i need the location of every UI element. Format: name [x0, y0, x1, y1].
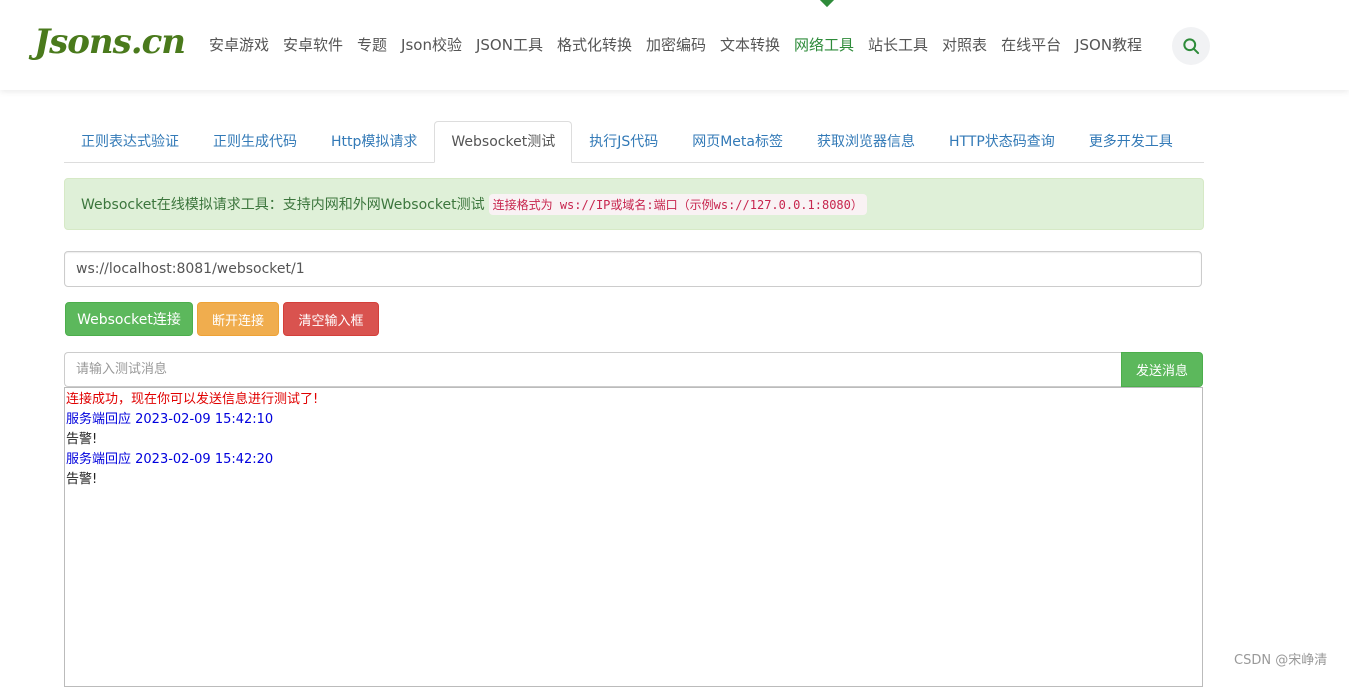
tab-item[interactable]: 正则表达式验证: [64, 121, 196, 162]
tab-item[interactable]: HTTP状态码查询: [932, 121, 1072, 162]
message-input[interactable]: [64, 352, 1122, 387]
nav-item[interactable]: 站长工具: [861, 34, 935, 56]
nav-item[interactable]: Json校验: [394, 34, 469, 56]
nav-item[interactable]: JSON教程: [1068, 34, 1149, 56]
watermark: CSDN @宋峥清: [1234, 653, 1328, 668]
tab-item[interactable]: 获取浏览器信息: [800, 121, 932, 162]
tab-item[interactable]: 更多开发工具: [1072, 121, 1190, 162]
tab-item[interactable]: 网页Meta标签: [675, 121, 800, 162]
nav-item[interactable]: 对照表: [935, 34, 994, 56]
nav-item[interactable]: JSON工具: [469, 34, 550, 56]
log-line: 告警!: [66, 432, 98, 447]
info-alert: Websocket在线模拟请求工具：支持内网和外网Websocket测试 连接格…: [64, 178, 1204, 230]
connect-button[interactable]: Websocket连接: [65, 302, 193, 336]
log-line: 告警!: [66, 472, 98, 487]
tab-item[interactable]: Http模拟请求: [314, 121, 434, 162]
log-line: 服务端回应 2023-02-09 15:42:10: [66, 412, 274, 427]
nav-item[interactable]: 在线平台: [994, 34, 1068, 56]
nav-item[interactable]: 文本转换: [713, 34, 787, 56]
alert-text: Websocket在线模拟请求工具：支持内网和外网Websocket测试: [81, 197, 485, 213]
search-icon: [1183, 38, 1200, 55]
nav-item[interactable]: 安卓软件: [276, 34, 350, 56]
nav-item[interactable]: 安卓游戏: [202, 34, 276, 56]
send-message-button[interactable]: 发送消息: [1121, 352, 1203, 387]
tab-item[interactable]: 正则生成代码: [196, 121, 314, 162]
alert-code: 连接格式为 ws://IP或域名:端口（示例ws://127.0.0.1:808…: [488, 193, 867, 215]
tab-item[interactable]: 执行JS代码: [572, 121, 675, 162]
nav-item[interactable]: 专题: [350, 34, 394, 56]
nav-item[interactable]: 格式化转换: [550, 34, 639, 56]
search-button[interactable]: [1172, 27, 1210, 65]
nav-item[interactable]: 网络工具: [787, 34, 861, 56]
log-line: 服务端回应 2023-02-09 15:42:20: [66, 452, 274, 467]
site-logo[interactable]: Jsons.cn: [34, 22, 186, 62]
websocket-url-input[interactable]: [64, 251, 1202, 287]
nav-item[interactable]: 加密编码: [639, 34, 713, 56]
site-header: Jsons.cn 安卓游戏 安卓软件 专题 Json校验 JSON工具 格式化转换 加密编码…: [0, 0, 1349, 90]
active-nav-marker: [819, 0, 835, 8]
main-nav: 安卓游戏 安卓软件 专题 Json校验 JSON工具 格式化转换 加密编码 文本转换 网络工具站…: [202, 34, 1149, 56]
disconnect-button[interactable]: 断开连接: [197, 302, 279, 336]
clear-button[interactable]: 清空输入框: [283, 302, 379, 336]
tab-item[interactable]: Websocket测试: [434, 121, 573, 163]
message-log[interactable]: 连接成功，现在你可以发送信息进行测试了! 服务端回应 2023-02-09 15:…: [64, 387, 1203, 687]
tool-tabs: 正则表达式验证 正则生成代码 Http模拟请求 Websocket测试 执行JS代码 网页…: [64, 121, 1204, 163]
log-line: 连接成功，现在你可以发送信息进行测试了!: [66, 392, 319, 407]
